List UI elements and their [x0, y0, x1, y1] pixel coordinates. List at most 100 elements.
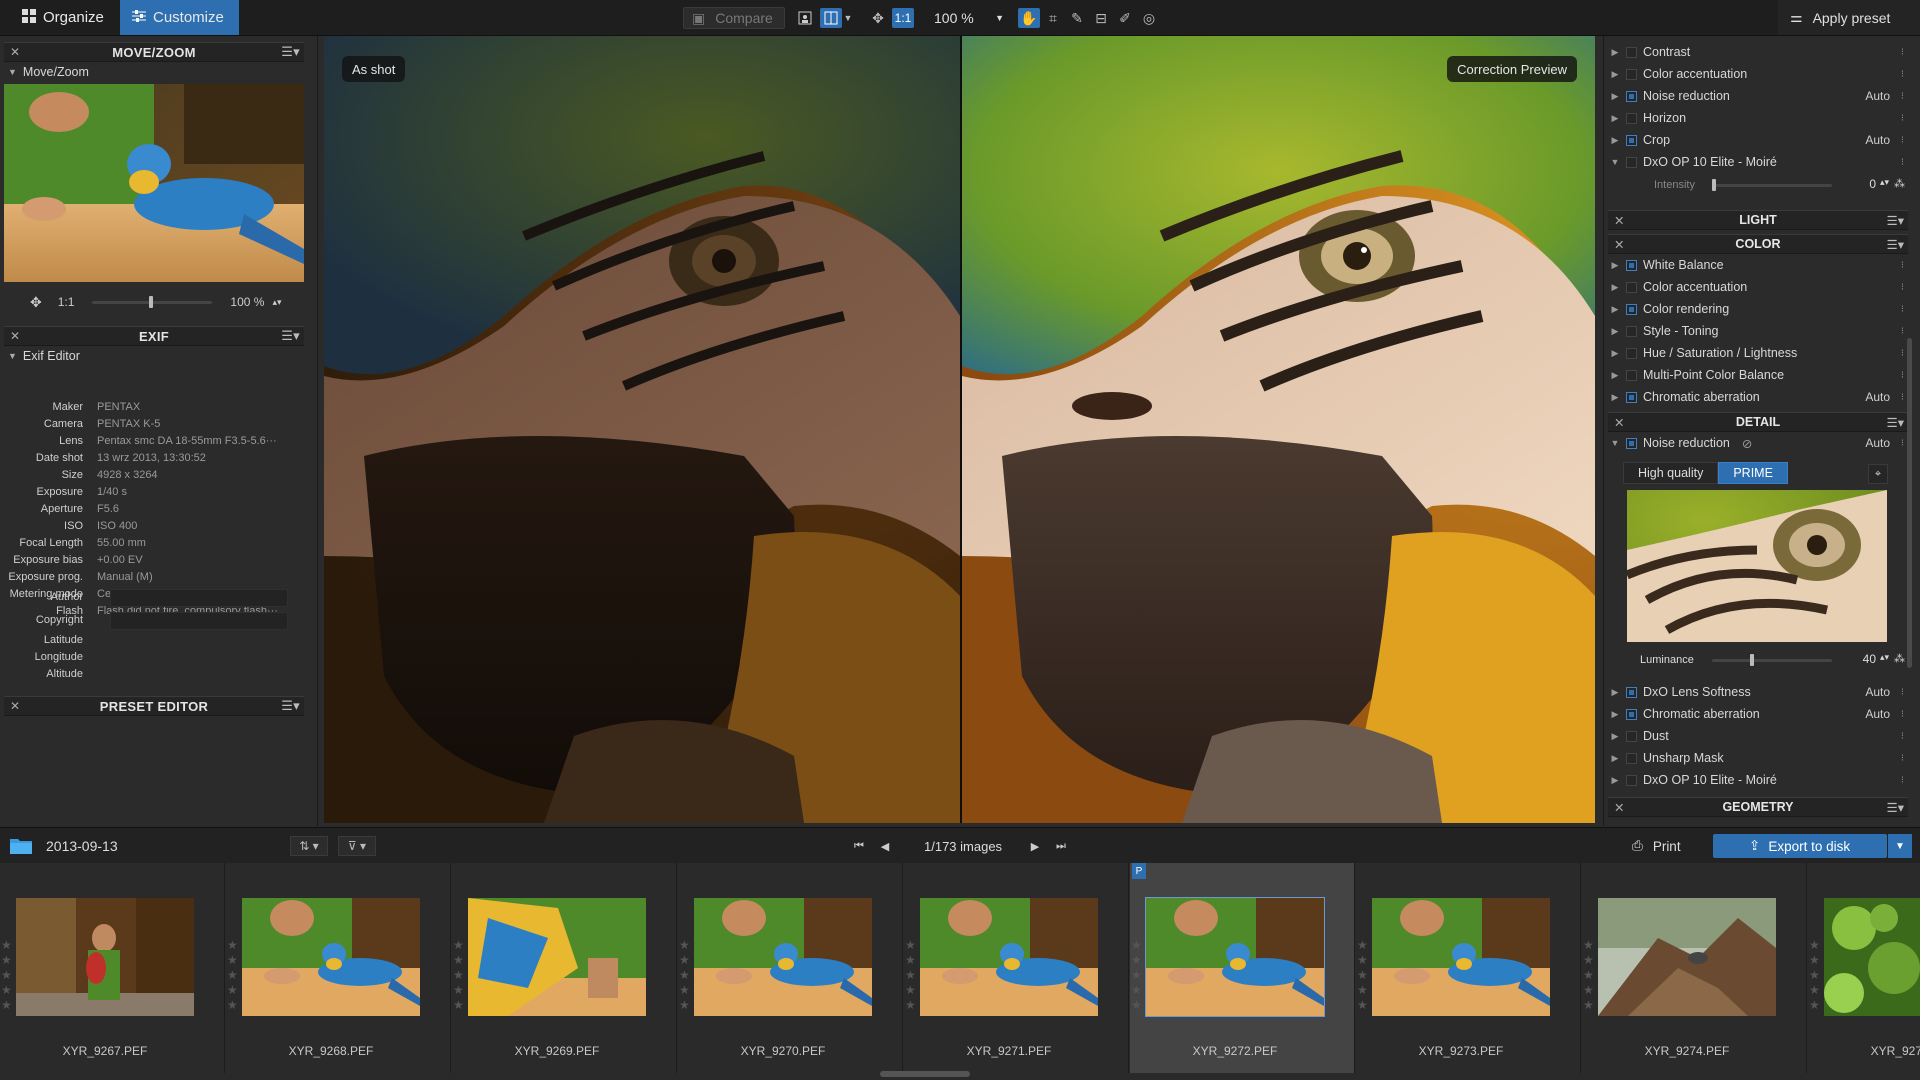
- first-image-icon[interactable]: ⏮: [848, 836, 870, 856]
- rating-stars[interactable]: ★ ★ ★ ★ ★: [1357, 938, 1368, 1013]
- luminance-slider[interactable]: [1712, 659, 1832, 662]
- rating-stars[interactable]: ★ ★ ★ ★ ★: [1131, 938, 1142, 1013]
- move-zoom-palette-header[interactable]: ✕ MOVE/ZOOM ☰▾: [4, 42, 304, 62]
- filmstrip-item[interactable]: ★ ★ ★ ★ ★ XYR_9271.PEF: [904, 863, 1129, 1073]
- pin-icon[interactable]: ⁝: [1901, 69, 1904, 80]
- pin-icon[interactable]: ⁝: [1901, 392, 1904, 403]
- correction-checkbox[interactable]: [1626, 708, 1637, 720]
- pin-icon[interactable]: ⁝: [1901, 731, 1904, 742]
- correction-row[interactable]: ▼ DxO OP 10 Elite - Moiré ⁝: [1608, 151, 1908, 173]
- navigator-preview[interactable]: [4, 84, 304, 282]
- correction-checkbox[interactable]: [1626, 325, 1637, 337]
- filmstrip-item[interactable]: ★ ★ ★ ★ ★ XYR_9270.PEF: [678, 863, 903, 1073]
- rating-stars[interactable]: ★ ★ ★ ★ ★: [679, 938, 690, 1013]
- thumbnail-image[interactable]: [1824, 898, 1920, 1016]
- correction-row[interactable]: ▶ Style - Toning ⁝: [1608, 320, 1908, 342]
- collapsed-triangle-icon[interactable]: ▶: [1608, 326, 1622, 337]
- collapsed-triangle-icon[interactable]: ▶: [1608, 304, 1622, 315]
- rating-stars[interactable]: ★ ★ ★ ★ ★: [1, 938, 12, 1013]
- palette-menu-icon[interactable]: ☰▾: [1887, 213, 1904, 228]
- palette-menu-icon[interactable]: ☰▾: [281, 328, 300, 344]
- eyedropper-icon[interactable]: ✎: [1067, 8, 1087, 28]
- move-icon[interactable]: ✥: [868, 8, 888, 28]
- horizon-tool-icon[interactable]: ⊟: [1091, 8, 1111, 28]
- thumbnail-image[interactable]: [468, 898, 646, 1016]
- close-icon[interactable]: ✕: [1614, 800, 1624, 815]
- single-view-icon[interactable]: [796, 8, 814, 28]
- correction-row[interactable]: ▶ White Balance ⁝: [1608, 254, 1908, 276]
- collapsed-triangle-icon[interactable]: ▶: [1608, 135, 1622, 146]
- right-panel-scrollbar[interactable]: [1907, 338, 1912, 668]
- thumbnail-image[interactable]: [16, 898, 194, 1016]
- noise-reduction-row[interactable]: ▼ Noise reduction ⊘ Auto ⁝: [1608, 432, 1908, 454]
- correction-row[interactable]: ▶ Unsharp Mask ⁝: [1608, 747, 1908, 769]
- correction-checkbox[interactable]: [1626, 259, 1637, 271]
- thumbnail-image[interactable]: [1372, 898, 1550, 1016]
- close-icon[interactable]: ✕: [1614, 415, 1624, 430]
- pin-icon[interactable]: ⁝: [1901, 157, 1904, 168]
- correction-row[interactable]: ▶ Noise reduction Auto ⁝: [1608, 85, 1908, 107]
- next-image-icon[interactable]: ▶: [1024, 836, 1046, 856]
- palette-menu-icon[interactable]: ☰▾: [1887, 415, 1904, 430]
- collapsed-triangle-icon[interactable]: ▶: [1608, 392, 1622, 403]
- red-eye-icon[interactable]: ◎: [1139, 8, 1159, 28]
- thumbnail-image[interactable]: [1145, 897, 1325, 1017]
- correction-checkbox[interactable]: [1626, 730, 1637, 742]
- target-icon[interactable]: ⌖: [1868, 464, 1888, 484]
- eye-hidden-icon[interactable]: ⊘: [1742, 436, 1752, 451]
- compare-button[interactable]: ▣ Compare: [683, 7, 785, 29]
- expanded-triangle-icon[interactable]: ▼: [1608, 157, 1622, 167]
- navigator-zoom-slider[interactable]: [92, 296, 213, 308]
- export-options-chevron-down-icon[interactable]: ▼: [1888, 834, 1912, 858]
- last-image-icon[interactable]: ⏭: [1050, 836, 1072, 856]
- filmstrip-item[interactable]: ★ ★ ★ ★ ★ XYR_9268.PEF: [226, 863, 451, 1073]
- pin-icon[interactable]: ⁝: [1901, 304, 1904, 315]
- one-to-one-button[interactable]: 1:1: [892, 8, 914, 28]
- rating-stars[interactable]: ★ ★ ★ ★ ★: [227, 938, 238, 1013]
- previous-image-icon[interactable]: ◀: [874, 836, 896, 856]
- move-zoom-subheader[interactable]: ▼ Move/Zoom: [8, 64, 89, 80]
- correction-row[interactable]: ▶ Color rendering ⁝: [1608, 298, 1908, 320]
- view-mode-chevron-down-icon[interactable]: ▼: [842, 8, 854, 28]
- correction-preview-pane[interactable]: Correction Preview: [962, 36, 1595, 823]
- filmstrip-item[interactable]: ★ ★ ★ ★ ★ XYR_9273.PEF: [1356, 863, 1581, 1073]
- close-icon[interactable]: ✕: [10, 329, 20, 343]
- zoom-select[interactable]: 100 % ▼: [928, 7, 1008, 29]
- pin-icon[interactable]: ⁝: [1901, 47, 1904, 58]
- intensity-slider-knob[interactable]: [1712, 179, 1716, 191]
- correction-row[interactable]: ▶ Horizon ⁝: [1608, 107, 1908, 129]
- correction-row[interactable]: ▶ Color accentuation ⁝: [1608, 63, 1908, 85]
- print-button[interactable]: ⎙ Print: [1622, 834, 1702, 858]
- exif-editor-subheader[interactable]: ▼ Exif Editor: [8, 348, 80, 364]
- pin-icon[interactable]: ⁝: [1901, 326, 1904, 337]
- pin-icon[interactable]: ⁝: [1901, 370, 1904, 381]
- luminance-slider-knob[interactable]: [1750, 654, 1754, 666]
- intensity-slider[interactable]: [1712, 184, 1832, 187]
- navigator-zoom-percent[interactable]: 100 %: [230, 295, 264, 309]
- close-icon[interactable]: ✕: [1614, 237, 1624, 252]
- light-palette-header[interactable]: ✕ LIGHT ☰▾: [1608, 210, 1908, 230]
- correction-row[interactable]: ▶ Color accentuation ⁝: [1608, 276, 1908, 298]
- correction-row[interactable]: ▶ Multi-Point Color Balance ⁝: [1608, 364, 1908, 386]
- correction-checkbox[interactable]: [1626, 752, 1637, 764]
- navigator-ratio[interactable]: 1:1: [58, 295, 75, 309]
- collapsed-triangle-icon[interactable]: ▶: [1608, 47, 1622, 58]
- high-quality-tab[interactable]: High quality: [1623, 462, 1719, 484]
- collapsed-triangle-icon[interactable]: ▶: [1608, 370, 1622, 381]
- correction-checkbox[interactable]: [1626, 46, 1637, 58]
- correction-checkbox[interactable]: [1626, 156, 1637, 168]
- thumbnail-image[interactable]: [920, 898, 1098, 1016]
- collapsed-triangle-icon[interactable]: ▶: [1608, 260, 1622, 271]
- repair-brush-icon[interactable]: ✐: [1115, 8, 1135, 28]
- luminance-stepper-icon[interactable]: ▴▾: [1880, 652, 1889, 663]
- palette-menu-icon[interactable]: ☰▾: [1887, 800, 1904, 815]
- close-icon[interactable]: ✕: [10, 699, 20, 713]
- crop-tool-icon[interactable]: ⌗: [1043, 8, 1063, 28]
- correction-row[interactable]: ▶ Dust ⁝: [1608, 725, 1908, 747]
- thumbnail-image[interactable]: [242, 898, 420, 1016]
- intensity-value[interactable]: 0: [1840, 177, 1876, 193]
- image-viewer[interactable]: As shot Correction Preview: [324, 36, 1595, 823]
- pin-icon[interactable]: ⁝: [1901, 348, 1904, 359]
- noise-preview-thumbnail[interactable]: [1627, 490, 1887, 642]
- copyright-field[interactable]: [110, 612, 288, 630]
